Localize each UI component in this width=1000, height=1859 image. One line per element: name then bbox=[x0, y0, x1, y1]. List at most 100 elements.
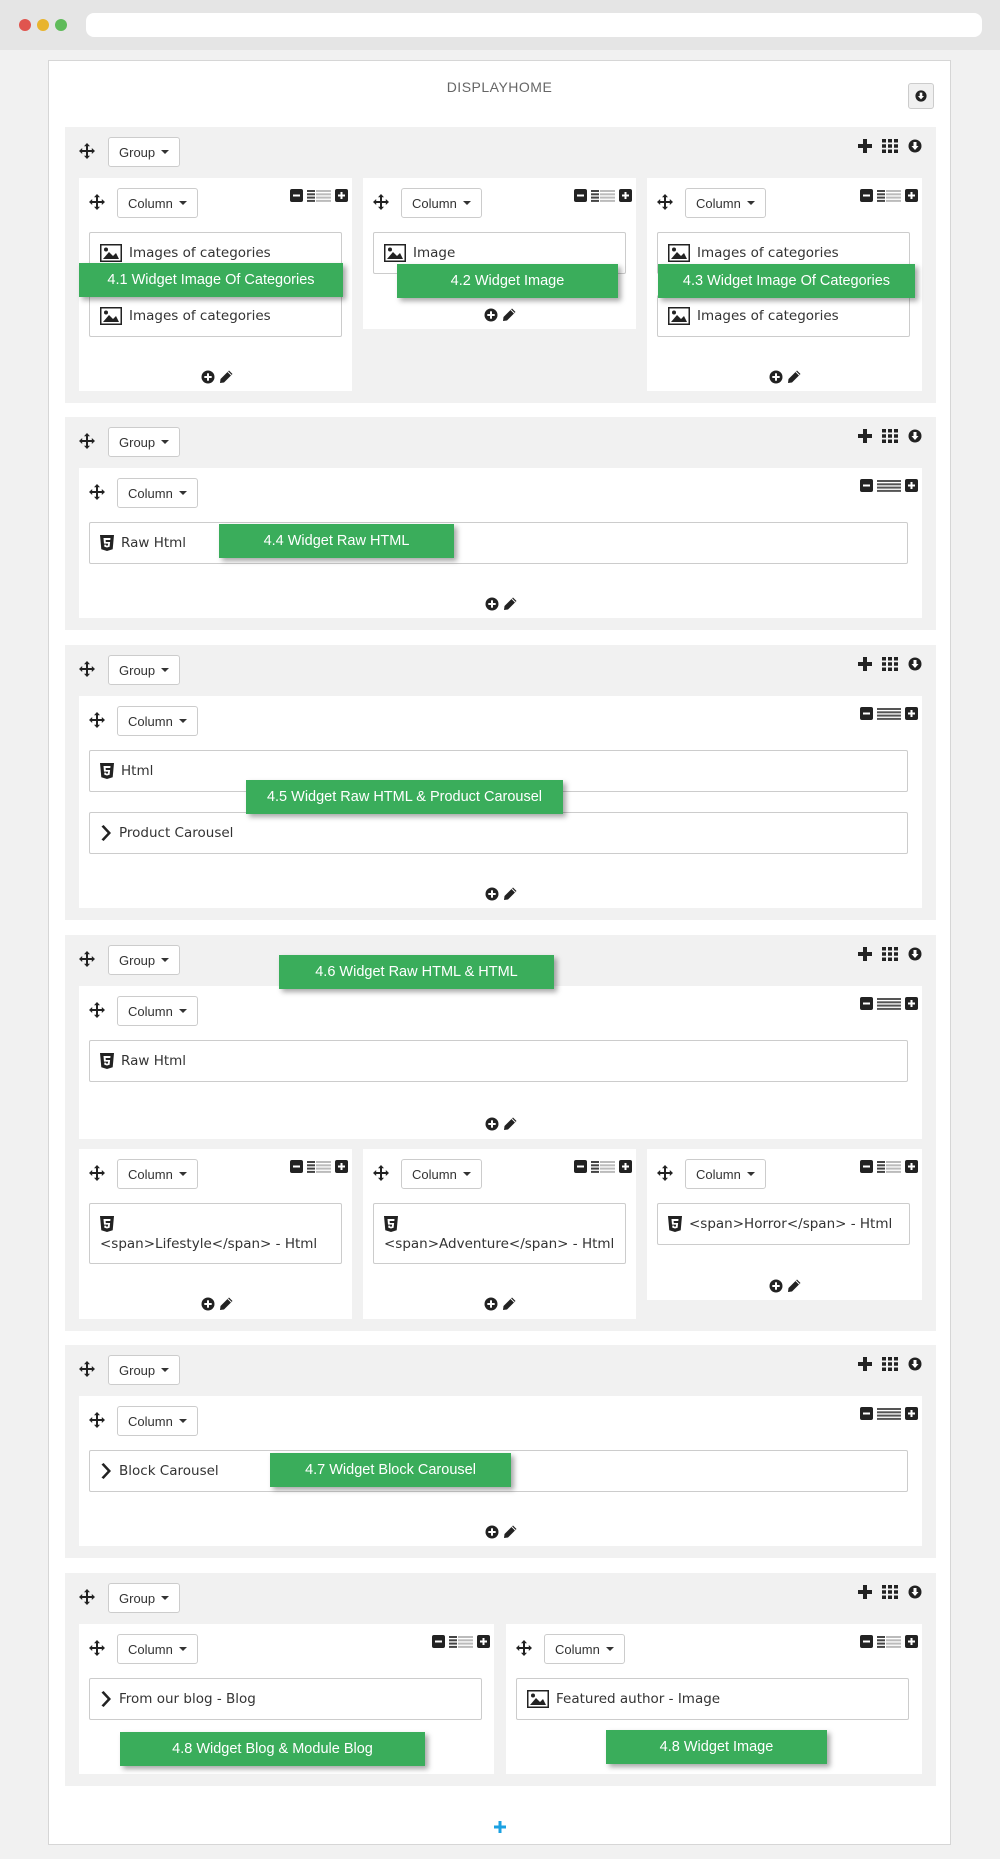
lines-icon[interactable] bbox=[877, 708, 901, 720]
plus-circle-icon[interactable] bbox=[485, 1117, 499, 1131]
move-icon[interactable] bbox=[89, 484, 105, 500]
window-maximize-dot[interactable] bbox=[55, 19, 67, 31]
move-icon[interactable] bbox=[79, 661, 95, 677]
plus-square-icon[interactable] bbox=[335, 1160, 348, 1173]
grid-icon[interactable] bbox=[882, 1585, 898, 1599]
move-icon[interactable] bbox=[516, 1640, 532, 1656]
plus-circle-icon[interactable] bbox=[485, 597, 499, 611]
group-dropdown[interactable]: Group bbox=[108, 427, 181, 457]
lines-icon[interactable] bbox=[877, 998, 901, 1010]
window-close-dot[interactable] bbox=[19, 19, 31, 31]
column-dropdown[interactable]: Column bbox=[117, 1159, 198, 1189]
move-icon[interactable] bbox=[89, 712, 105, 728]
move-icon[interactable] bbox=[79, 951, 95, 967]
plus-square-icon[interactable] bbox=[905, 479, 918, 492]
move-icon[interactable] bbox=[79, 1589, 95, 1605]
column-dropdown[interactable]: Column bbox=[401, 1159, 482, 1189]
widget-lifestyle-html[interactable]: <span>Lifestyle</span> - Html bbox=[89, 1203, 342, 1264]
plus-circle-icon[interactable] bbox=[769, 370, 783, 384]
widget-horror-html[interactable]: <span>Horror</span> - Html bbox=[657, 1203, 910, 1245]
pencil-icon[interactable] bbox=[787, 370, 801, 384]
arrow-circle-down-icon[interactable] bbox=[908, 1585, 922, 1599]
group-dropdown[interactable]: Group bbox=[108, 137, 181, 167]
lines-icon[interactable] bbox=[877, 190, 901, 202]
pencil-icon[interactable] bbox=[503, 1525, 517, 1539]
pencil-icon[interactable] bbox=[219, 370, 233, 384]
grid-icon[interactable] bbox=[882, 947, 898, 961]
lines-icon[interactable] bbox=[877, 1636, 901, 1648]
minus-square-icon[interactable] bbox=[860, 189, 873, 202]
move-icon[interactable] bbox=[657, 194, 673, 210]
plus-square-icon[interactable] bbox=[477, 1635, 490, 1648]
move-icon[interactable] bbox=[89, 1165, 105, 1181]
plus-icon[interactable] bbox=[858, 139, 872, 153]
lines-icon[interactable] bbox=[877, 1408, 901, 1420]
grid-icon[interactable] bbox=[882, 1357, 898, 1371]
plus-icon[interactable] bbox=[858, 1357, 872, 1371]
pencil-icon[interactable] bbox=[787, 1279, 801, 1293]
lines-icon[interactable] bbox=[591, 190, 615, 202]
minus-square-icon[interactable] bbox=[574, 189, 587, 202]
widget-adventure-html[interactable]: <span>Adventure</span> - Html bbox=[373, 1203, 626, 1264]
pencil-icon[interactable] bbox=[503, 1117, 517, 1131]
move-icon[interactable] bbox=[79, 433, 95, 449]
plus-circle-icon[interactable] bbox=[201, 370, 215, 384]
plus-circle-icon[interactable] bbox=[484, 308, 498, 322]
move-icon[interactable] bbox=[89, 1412, 105, 1428]
panel-collapse-button[interactable] bbox=[908, 83, 934, 109]
arrow-circle-down-icon[interactable] bbox=[908, 139, 922, 153]
group-dropdown[interactable]: Group bbox=[108, 1583, 181, 1613]
widget-raw-html[interactable]: Raw Html bbox=[89, 1040, 908, 1082]
lines-icon[interactable] bbox=[307, 1161, 331, 1173]
plus-circle-icon[interactable] bbox=[484, 1297, 498, 1311]
group-dropdown[interactable]: Group bbox=[108, 945, 181, 975]
column-dropdown[interactable]: Column bbox=[401, 188, 482, 218]
plus-icon[interactable] bbox=[858, 657, 872, 671]
grid-icon[interactable] bbox=[882, 139, 898, 153]
move-icon[interactable] bbox=[89, 194, 105, 210]
pencil-icon[interactable] bbox=[502, 1297, 516, 1311]
plus-circle-icon[interactable] bbox=[485, 1525, 499, 1539]
minus-square-icon[interactable] bbox=[860, 1635, 873, 1648]
column-dropdown[interactable]: Column bbox=[117, 706, 198, 736]
minus-square-icon[interactable] bbox=[574, 1160, 587, 1173]
plus-circle-icon[interactable] bbox=[201, 1297, 215, 1311]
move-icon[interactable] bbox=[373, 1165, 389, 1181]
plus-square-icon[interactable] bbox=[905, 997, 918, 1010]
widget-images-of-categories[interactable]: Images of categories bbox=[89, 295, 342, 337]
minus-square-icon[interactable] bbox=[290, 189, 303, 202]
column-dropdown[interactable]: Column bbox=[117, 996, 198, 1026]
column-dropdown[interactable]: Column bbox=[685, 188, 766, 218]
plus-square-icon[interactable] bbox=[905, 189, 918, 202]
arrow-circle-down-icon[interactable] bbox=[908, 1357, 922, 1371]
move-icon[interactable] bbox=[373, 194, 389, 210]
column-dropdown[interactable]: Column bbox=[117, 478, 198, 508]
window-minimize-dot[interactable] bbox=[37, 19, 49, 31]
plus-square-icon[interactable] bbox=[619, 1160, 632, 1173]
pencil-icon[interactable] bbox=[503, 887, 517, 901]
widget-product-carousel[interactable]: Product Carousel bbox=[89, 812, 908, 854]
widget-blog[interactable]: From our blog - Blog bbox=[89, 1678, 482, 1720]
grid-icon[interactable] bbox=[882, 429, 898, 443]
column-dropdown[interactable]: Column bbox=[685, 1159, 766, 1189]
address-bar[interactable] bbox=[86, 13, 982, 37]
lines-icon[interactable] bbox=[449, 1636, 473, 1648]
widget-raw-html[interactable]: Raw Html bbox=[89, 522, 908, 564]
arrow-circle-down-icon[interactable] bbox=[908, 947, 922, 961]
pencil-icon[interactable] bbox=[219, 1297, 233, 1311]
move-icon[interactable] bbox=[79, 1361, 95, 1377]
lines-icon[interactable] bbox=[877, 1161, 901, 1173]
add-group-button[interactable] bbox=[49, 1821, 950, 1833]
plus-square-icon[interactable] bbox=[335, 189, 348, 202]
column-dropdown[interactable]: Column bbox=[117, 1634, 198, 1664]
lines-icon[interactable] bbox=[877, 480, 901, 492]
plus-square-icon[interactable] bbox=[905, 707, 918, 720]
minus-square-icon[interactable] bbox=[290, 1160, 303, 1173]
plus-square-icon[interactable] bbox=[905, 1160, 918, 1173]
widget-images-of-categories[interactable]: Images of categories bbox=[657, 295, 910, 337]
pencil-icon[interactable] bbox=[503, 597, 517, 611]
arrow-circle-down-icon[interactable] bbox=[908, 657, 922, 671]
plus-circle-icon[interactable] bbox=[485, 887, 499, 901]
plus-square-icon[interactable] bbox=[905, 1635, 918, 1648]
move-icon[interactable] bbox=[89, 1640, 105, 1656]
